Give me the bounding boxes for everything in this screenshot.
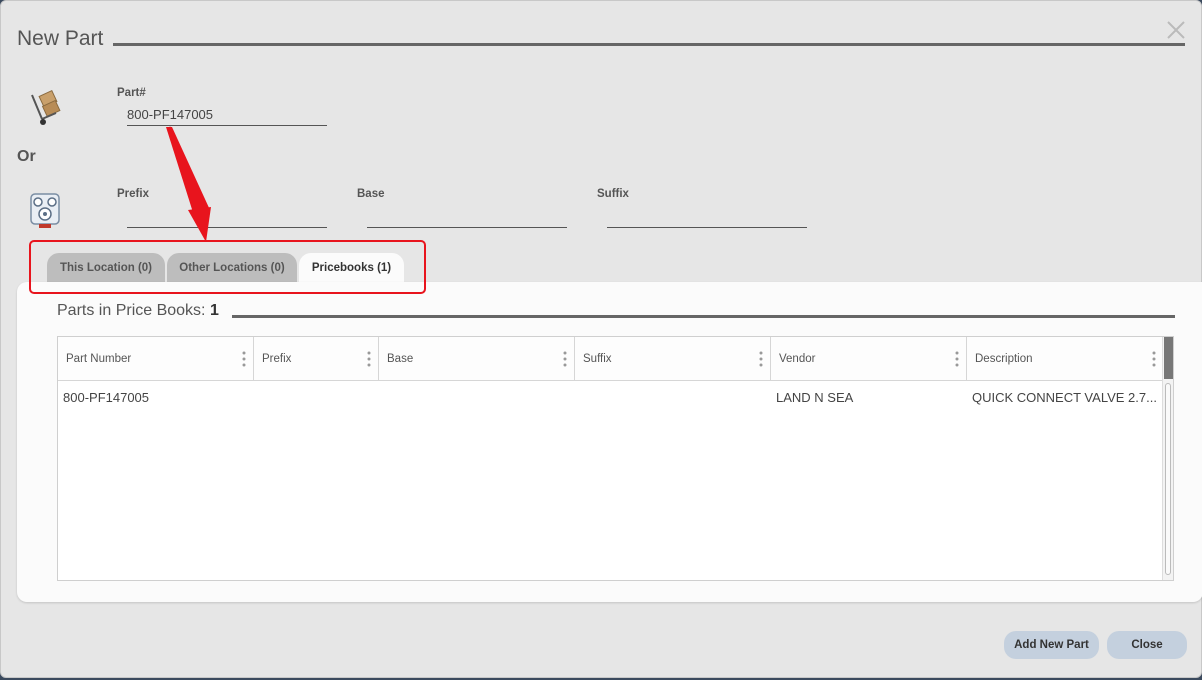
or-label: Or: [17, 148, 36, 165]
panel-title: Parts in Price Books: 1: [57, 302, 219, 320]
parts-grid: Part Number Prefix Base Suffix Vendor De…: [57, 336, 1174, 581]
grid-header: Part Number Prefix Base Suffix Vendor De…: [58, 337, 1173, 381]
title-divider: [113, 43, 1185, 46]
suffix-input[interactable]: [607, 206, 807, 228]
prefix-input[interactable]: [127, 206, 327, 228]
column-menu-icon[interactable]: [955, 351, 959, 367]
base-label: Base: [357, 188, 385, 200]
scrollbar-thumb[interactable]: [1165, 383, 1171, 575]
cell-base: [379, 381, 575, 414]
hand-truck-icon: [26, 89, 66, 129]
column-header-description[interactable]: Description: [967, 337, 1163, 381]
column-header-label: Vendor: [779, 353, 816, 365]
cell-description: QUICK CONNECT VALVE 2.7...: [972, 390, 1157, 405]
column-header-prefix[interactable]: Prefix: [254, 337, 379, 381]
column-header-label: Base: [387, 353, 414, 365]
column-header-label: Part Number: [66, 353, 132, 365]
close-icon[interactable]: [1165, 19, 1187, 41]
cell-prefix: [254, 381, 379, 414]
panel-header: Parts in Price Books: 1: [57, 302, 1175, 326]
annotation-highlight-box: [29, 240, 426, 294]
dialog-header: New Part: [17, 27, 1185, 57]
column-header-part-number[interactable]: Part Number: [58, 337, 254, 381]
part-number-input[interactable]: [127, 104, 327, 126]
cell-part-number: 800-PF147005: [63, 390, 150, 405]
column-menu-icon[interactable]: [563, 351, 567, 367]
column-header-label: Suffix: [583, 353, 612, 365]
panel-title-text: Parts in Price Books:: [57, 302, 210, 319]
new-part-dialog: New Part Part# Or Prefix Base Suffix: [0, 0, 1202, 678]
column-header-label: Prefix: [262, 353, 292, 365]
column-menu-icon[interactable]: [759, 351, 763, 367]
add-new-part-button[interactable]: Add New Part: [1004, 631, 1099, 659]
column-menu-icon[interactable]: [367, 351, 371, 367]
pricebooks-panel: Parts in Price Books: 1 Part Number Pref…: [17, 282, 1202, 602]
scrollbar-header-block: [1164, 337, 1173, 379]
close-button[interactable]: Close: [1107, 631, 1187, 659]
column-header-label: Description: [975, 353, 1033, 365]
table-row[interactable]: 800-PF147005 LAND N SEA QUICK CONNECT VA…: [58, 381, 1161, 414]
column-header-suffix[interactable]: Suffix: [575, 337, 771, 381]
column-menu-icon[interactable]: [1152, 351, 1156, 367]
cell-vendor: LAND N SEA: [776, 390, 854, 405]
parts-count: 1: [209, 302, 219, 319]
parts-gear-icon: [25, 190, 65, 230]
dialog-title: New Part: [17, 27, 104, 50]
panel-divider: [232, 315, 1175, 318]
base-input[interactable]: [367, 206, 567, 228]
column-menu-icon[interactable]: [242, 351, 246, 367]
cell-suffix: [575, 381, 771, 414]
part-number-label: Part#: [117, 87, 146, 99]
grid-scrollbar[interactable]: [1162, 337, 1173, 580]
column-header-vendor[interactable]: Vendor: [771, 337, 967, 381]
prefix-label: Prefix: [117, 188, 149, 200]
column-header-base[interactable]: Base: [379, 337, 575, 381]
suffix-label: Suffix: [597, 188, 629, 200]
